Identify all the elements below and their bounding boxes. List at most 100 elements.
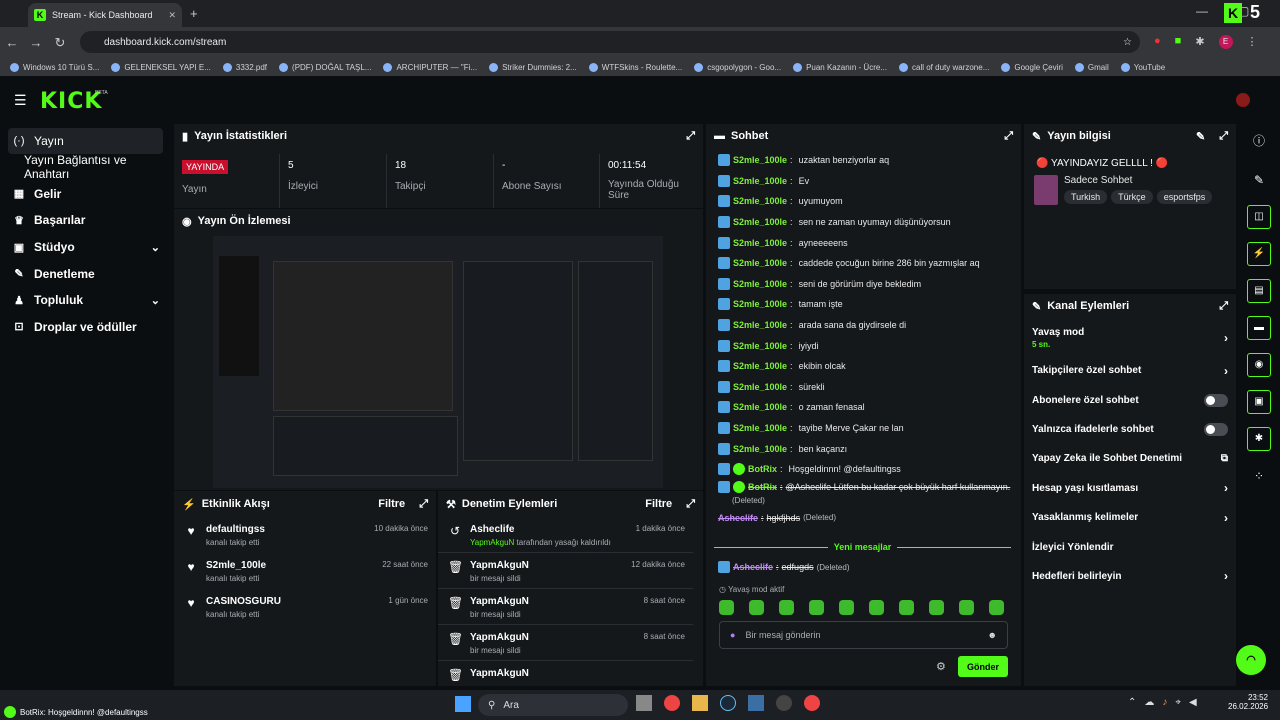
sidebar-item[interactable]: ♟ Topluluk ⌄ [0, 287, 172, 314]
star-icon[interactable]: ☆ [1123, 37, 1132, 48]
app-icon[interactable] [748, 695, 764, 711]
chat-username[interactable]: S2mle_100le [733, 196, 787, 206]
clock[interactable]: 23:52 26.02.2026 [1228, 693, 1268, 711]
popout-icon[interactable]: ⤢ [686, 130, 695, 143]
chat-username[interactable]: S2mle_100le [733, 258, 787, 268]
bookmark-item[interactable]: YouTube [1120, 62, 1165, 72]
user-avatar[interactable] [1236, 93, 1250, 107]
mod-target[interactable]: YapmAkguN [470, 668, 529, 679]
mod-target[interactable]: Asheclife [470, 524, 611, 535]
lightning-icon[interactable]: ⚡ [1247, 242, 1271, 266]
emote-icon[interactable] [839, 600, 854, 615]
chat-username[interactable]: S2mle_100le [733, 444, 787, 454]
sidebar-item[interactable]: ▣ Stüdyo ⌄ [0, 234, 172, 261]
emoji-icon[interactable]: ☻ [988, 630, 997, 640]
sidebar-item[interactable]: ✎ Denetleme [0, 260, 172, 287]
chat-username[interactable]: Asheclife [733, 562, 773, 572]
chrome-icon[interactable] [804, 695, 820, 711]
bookmark-item[interactable]: Windows 10 Türü S... [10, 62, 99, 72]
mic-icon[interactable]: ● [730, 630, 735, 640]
action-row[interactable]: Abonelere özel sohbet [1024, 385, 1236, 414]
extension-icon[interactable]: ● [1154, 35, 1161, 49]
emote-icon[interactable] [929, 600, 944, 615]
cloud-icon[interactable]: ☁ [1144, 697, 1154, 708]
bookmark-item[interactable]: Puan Kazanın - Ücre... [793, 62, 887, 72]
chat-username[interactable]: S2mle_100le [733, 279, 787, 289]
sidebar-item[interactable]: ▦ Gelir [0, 181, 172, 208]
popout-icon[interactable]: ⤢ [1219, 300, 1228, 313]
bookmark-item[interactable]: (PDF) DOĞAL TAŞL... [279, 62, 371, 72]
slow-mode-row[interactable]: Yavaş mod 5 sn. › [1024, 320, 1236, 356]
action-row[interactable]: İzleyici Yönlendir [1024, 532, 1236, 561]
activity-user[interactable]: CASINOSGURU [206, 596, 281, 607]
bookmark-item[interactable]: csgopolygon - Goo... [694, 62, 781, 72]
mod-target[interactable]: YapmAkguN [470, 632, 529, 643]
emote-icon[interactable] [779, 600, 794, 615]
help-headset-icon[interactable]: ◠ [1236, 645, 1266, 675]
activity-user[interactable]: S2mle_100le [206, 560, 266, 571]
folder-icon[interactable] [692, 695, 708, 711]
sidebar-item[interactable]: Yayın Bağlantısı ve Anahtarı [0, 153, 172, 181]
new-messages-divider[interactable]: Yeni mesajlar [714, 541, 1012, 553]
chat-username[interactable]: S2mle_100le [733, 155, 787, 165]
forward-icon[interactable]: → [24, 35, 48, 50]
pencil-icon[interactable]: ✎ [1247, 168, 1271, 192]
chat-username[interactable]: Asheclife [718, 513, 758, 523]
sidebar-item[interactable]: (·) Yayın [8, 128, 163, 154]
close-tab-icon[interactable]: ✕ [168, 10, 176, 21]
action-row[interactable]: Hesap yaşı kısıtlaması › [1024, 474, 1236, 503]
chat-username[interactable]: S2mle_100le [733, 361, 787, 371]
send-button[interactable]: Gönder [958, 656, 1008, 677]
taskbar-search[interactable]: ⚲ Ara [478, 694, 628, 716]
action-row[interactable]: Yalnızca ifadelerle sohbet [1024, 415, 1236, 444]
windows-start-icon[interactable] [455, 696, 471, 712]
chevron-up-icon[interactable]: ⌃ [1128, 697, 1136, 708]
puzzle-icon[interactable]: ✱ [1195, 35, 1204, 49]
tag[interactable]: Turkish [1064, 190, 1108, 204]
chat-username[interactable]: BotRix [748, 464, 777, 474]
url-field[interactable]: dashboard.kick.com/stream ☆ [80, 31, 1140, 53]
screenshot-icon[interactable]: ◫ [1247, 205, 1271, 229]
bookmark-item[interactable]: Striker Dummies: 2... [489, 62, 577, 72]
chat-username[interactable]: S2mle_100le [733, 176, 787, 186]
task-view-icon[interactable] [636, 695, 652, 711]
edit-icon[interactable]: ✎ [1196, 130, 1205, 143]
bookmark-item[interactable]: ARCHIPUTER — "Fi... [383, 62, 477, 72]
emote-icon[interactable] [899, 600, 914, 615]
category-name[interactable]: Sadece Sohbet [1064, 175, 1212, 186]
emote-icon[interactable] [869, 600, 884, 615]
chat-username[interactable]: S2mle_100le [733, 238, 787, 248]
profile-avatar[interactable]: E [1218, 35, 1233, 49]
bookmark-item[interactable]: WTFSkins - Roulette... [588, 62, 682, 72]
chat-username[interactable]: S2mle_100le [733, 217, 787, 227]
chat-username[interactable]: S2mle_100le [733, 423, 787, 433]
broadcast-icon[interactable]: ◉ [1247, 353, 1271, 377]
reload-icon[interactable]: ↻ [48, 35, 72, 51]
menu-dots-icon[interactable]: ⋮ [1247, 35, 1258, 49]
chat-username[interactable]: S2mle_100le [733, 382, 787, 392]
chat-settings-gear-icon[interactable]: ⚙ [936, 660, 946, 673]
steam-icon[interactable] [720, 695, 736, 711]
mod-target[interactable]: YapmAkguN [470, 560, 529, 571]
chat-username[interactable]: S2mle_100le [733, 320, 787, 330]
sidebar-item[interactable]: ⊡ Droplar ve ödüller [0, 314, 172, 341]
minimize-icon[interactable]: — [1196, 4, 1208, 18]
action-row[interactable]: Yapay Zeka ile Sohbet Denetimi ⧉ [1024, 444, 1236, 473]
new-tab-icon[interactable]: + [190, 6, 198, 21]
chrome-icon[interactable] [664, 695, 680, 711]
emote-icon[interactable] [749, 600, 764, 615]
activity-user[interactable]: defaultingss [206, 524, 265, 535]
message-icon[interactable]: ▬ [1247, 316, 1271, 340]
tag[interactable]: Türkçe [1111, 190, 1153, 204]
stream-preview-video[interactable] [213, 236, 663, 488]
chat-username[interactable]: S2mle_100le [733, 299, 787, 309]
browser-tab[interactable]: K Stream - Kick Dashboard ✕ [28, 3, 182, 27]
bookmark-item[interactable]: Google Çeviri [1001, 62, 1063, 72]
tag[interactable]: esportsfps [1156, 190, 1213, 204]
app-icon[interactable] [776, 695, 792, 711]
chat-input[interactable]: ● Bir mesaj gönderin ☻ [719, 621, 1008, 649]
popout-icon[interactable]: ⤢ [419, 498, 428, 511]
chat-username[interactable]: BotRix [748, 482, 777, 492]
back-icon[interactable]: ← [0, 35, 24, 50]
chat-username[interactable]: S2mle_100le [733, 402, 787, 412]
